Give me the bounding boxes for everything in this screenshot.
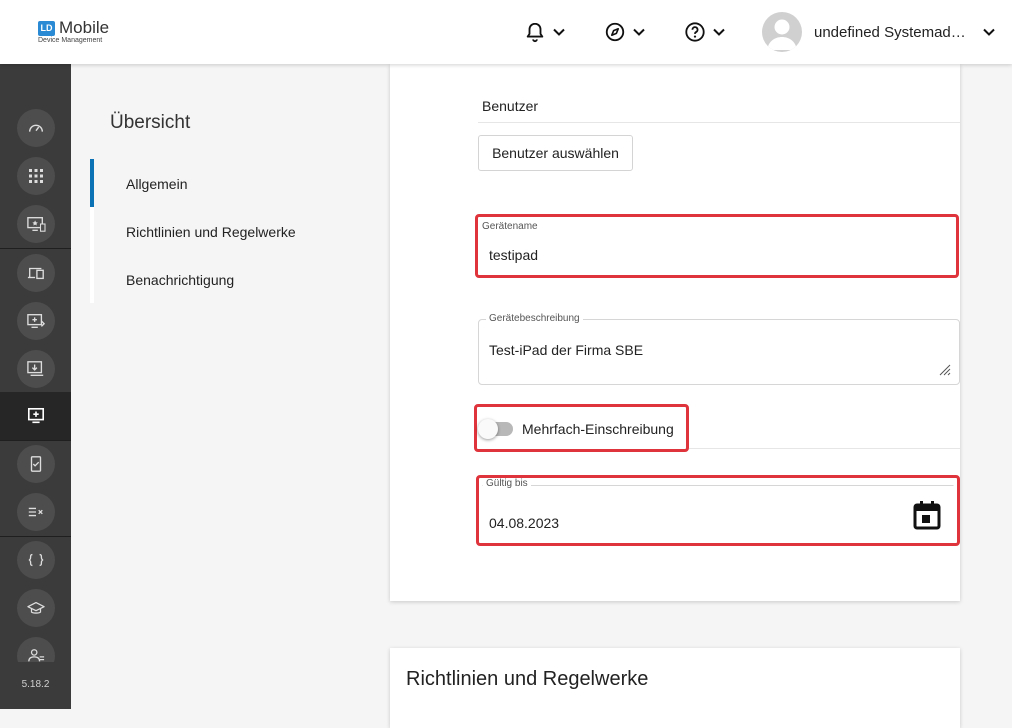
sidebar-item-device-download[interactable] [0, 345, 71, 393]
device-name-field[interactable]: Gerätename testipad [478, 221, 956, 270]
app-version: 5.18.2 [21, 679, 50, 690]
bell-icon [526, 22, 544, 43]
user-silhouette-icon [767, 19, 797, 50]
device-description-field[interactable]: Gerätebeschreibung Test-iPad der Firma S… [478, 313, 960, 385]
chevron-down-icon [983, 28, 995, 36]
policies-section-title: Richtlinien und Regelwerke [406, 668, 649, 690]
school-icon [26, 601, 45, 614]
explore-menu-button[interactable] [604, 20, 646, 44]
chevron-down-icon [553, 28, 565, 36]
sidebar-item-dashboard[interactable] [0, 104, 71, 152]
sidebar-item-device-star[interactable] [0, 200, 71, 248]
phone-check-icon [30, 456, 41, 472]
dashboard-icon [28, 124, 43, 132]
chevron-down-icon [713, 28, 725, 36]
sidebar-item-apps[interactable] [0, 152, 71, 200]
main-sidebar: 5.18.2 [0, 64, 71, 709]
sidebar-item-user-group[interactable] [0, 632, 71, 662]
sidebar-item-list-check[interactable] [0, 488, 71, 536]
logo-badge: LD [38, 21, 55, 36]
logo-subtitle: Device Management [38, 37, 103, 44]
sidebar-item-phone-check[interactable] [0, 440, 71, 488]
help-menu-button[interactable] [684, 20, 726, 44]
calendar-icon[interactable] [913, 500, 941, 530]
resize-grip-icon[interactable] [939, 364, 951, 376]
devices-icon [27, 267, 44, 280]
device-description-label: Gerätebeschreibung [486, 313, 583, 324]
policies-section-card: Richtlinien und Regelwerke [390, 648, 960, 728]
general-form-card: Benutzer Benutzer auswählen Gerätename t… [390, 64, 960, 601]
compass-icon [605, 22, 625, 42]
top-header: LD Mobile Device Management undefined Sy… [0, 0, 1012, 64]
sidebar-item-school[interactable] [0, 584, 71, 632]
nav-item-benachrichtigung[interactable]: Benachrichtigung [126, 272, 234, 288]
device-name-label: Gerätename [479, 221, 541, 232]
divider [689, 448, 960, 449]
apps-grid-icon [28, 169, 43, 183]
logo-title: Mobile [59, 18, 110, 37]
divider [478, 122, 960, 123]
nav-title: Übersicht [110, 112, 191, 133]
user-group-icon [27, 649, 44, 662]
list-check-icon [28, 507, 43, 517]
device-description-value: Test-iPad der Firma SBE [489, 342, 644, 358]
chevron-down-icon [633, 28, 645, 36]
select-user-button[interactable]: Benutzer auswählen [478, 135, 633, 171]
sidebar-item-device-forward[interactable] [0, 297, 71, 345]
avatar [762, 12, 802, 52]
valid-until-field[interactable]: Gültig bis 04.08.2023 [482, 478, 954, 539]
valid-until-value: 04.08.2023 [489, 515, 560, 531]
user-menu-button[interactable]: undefined Systemadmi... [762, 12, 996, 52]
sidebar-item-device-add[interactable] [0, 392, 71, 440]
multi-enrollment-toggle[interactable] [478, 419, 498, 439]
device-add-icon [27, 407, 44, 424]
code-braces-icon [28, 553, 43, 567]
help-icon [685, 22, 705, 42]
app-logo[interactable]: LD Mobile Device Management [38, 18, 128, 48]
user-name: undefined Systemadmi... [814, 23, 970, 41]
device-download-icon [26, 361, 43, 376]
nav-item-allgemein[interactable]: Allgemein [126, 176, 187, 192]
device-name-value: testipad [489, 247, 539, 263]
user-section-label: Benutzer [482, 98, 539, 114]
device-star-icon [26, 217, 46, 232]
sidebar-item-devices[interactable] [0, 249, 71, 297]
sidebar-item-code[interactable] [0, 536, 71, 584]
notifications-menu-button[interactable] [524, 20, 566, 44]
valid-until-label: Gültig bis [483, 478, 531, 489]
multi-enrollment-label: Mehrfach-Einschreibung [522, 421, 674, 437]
nav-active-indicator [90, 159, 94, 207]
nav-item-richtlinien[interactable]: Richtlinien und Regelwerke [126, 224, 296, 240]
device-forward-icon [26, 314, 45, 328]
